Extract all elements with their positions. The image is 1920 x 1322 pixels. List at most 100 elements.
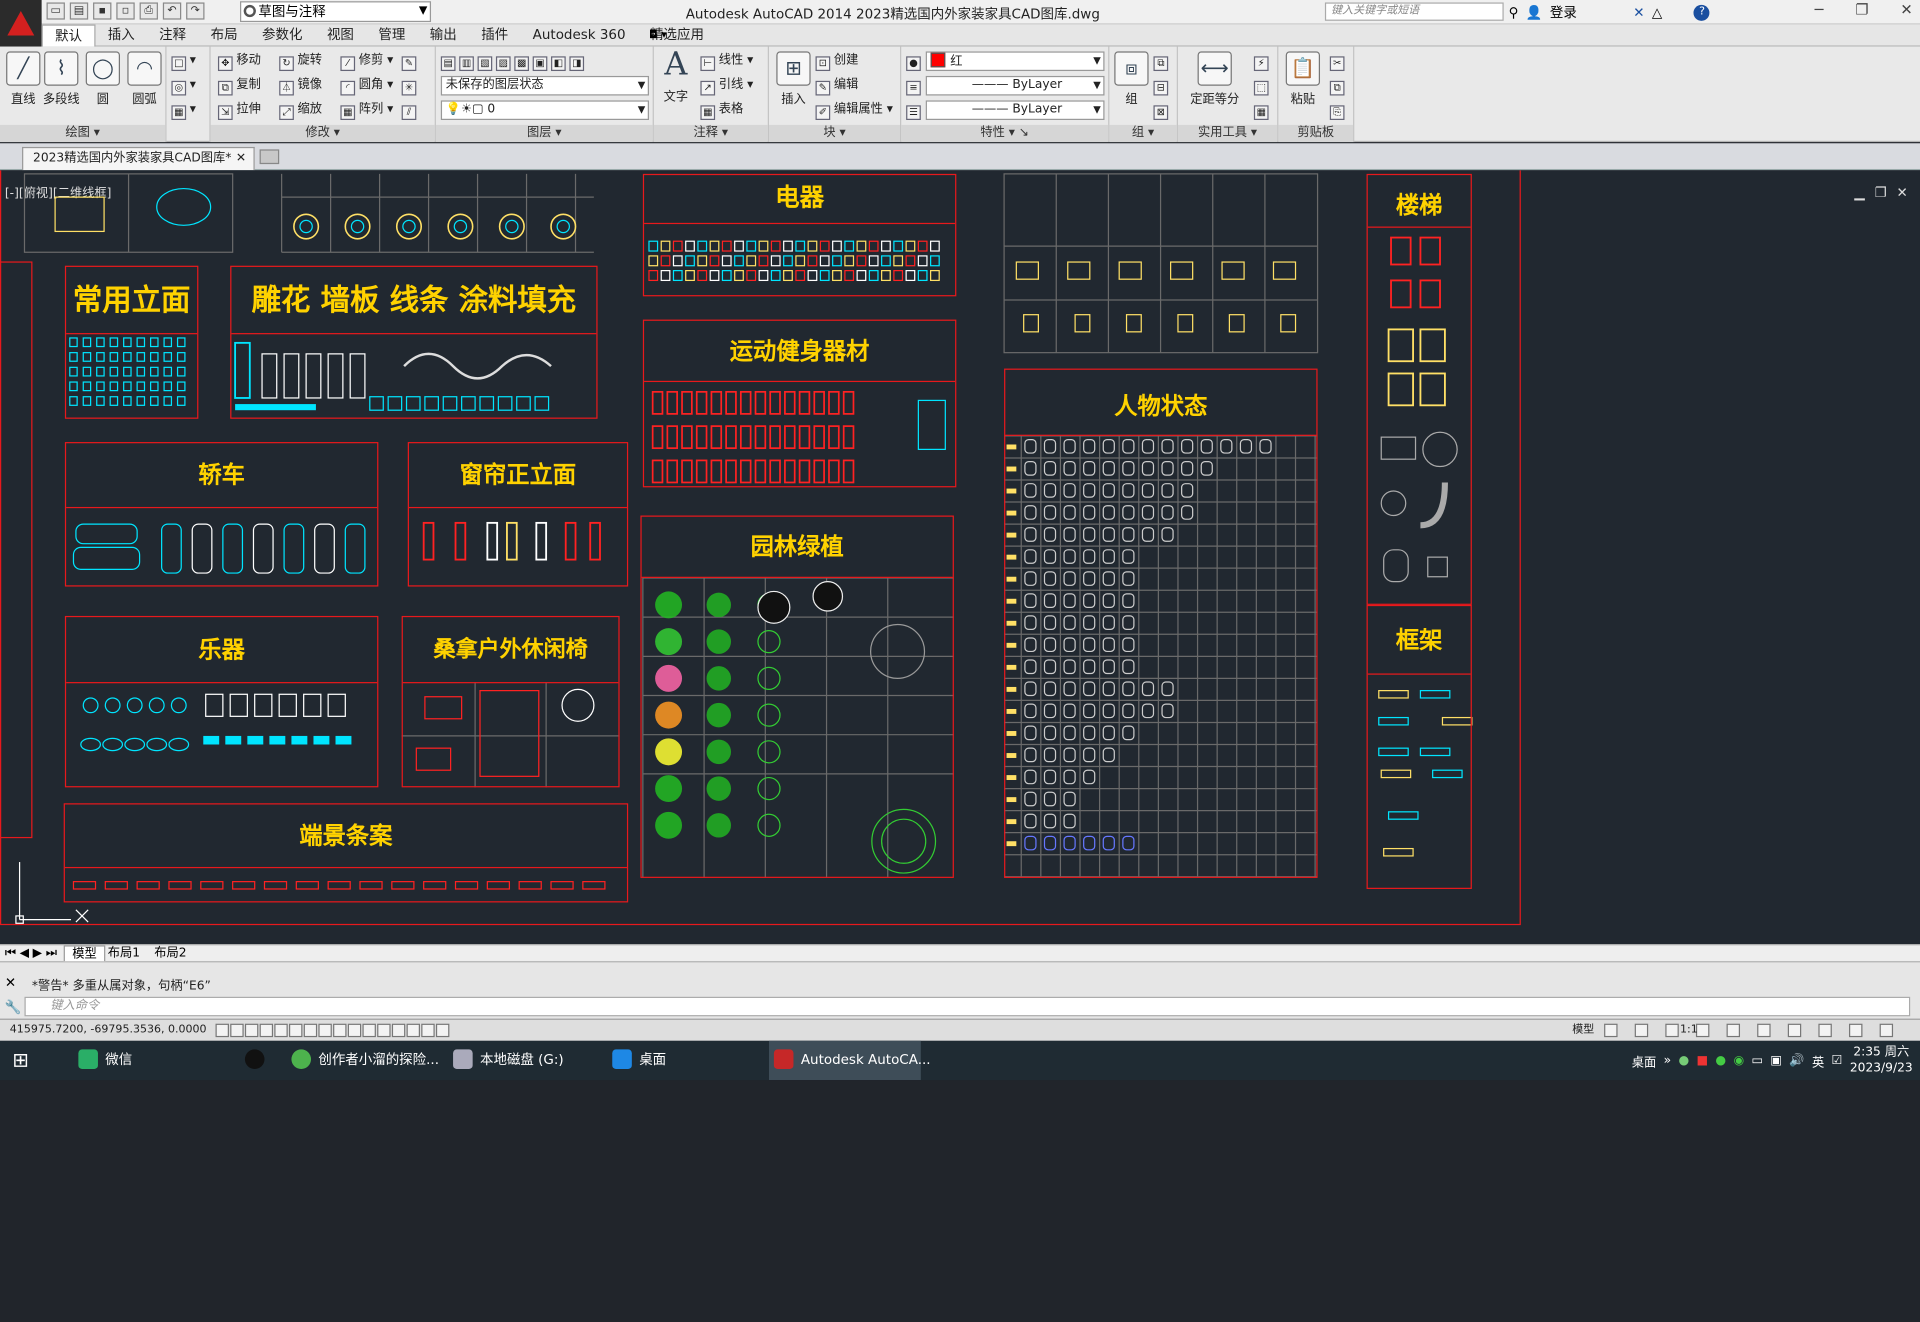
ribbon-tab[interactable]: 管理 bbox=[366, 24, 417, 46]
drafting-toggle-button[interactable] bbox=[406, 1023, 421, 1038]
restore-icon[interactable]: ❐ bbox=[1855, 1, 1868, 18]
rectangle-button[interactable]: □ ▾ bbox=[171, 51, 196, 72]
drafting-toggle-button[interactable] bbox=[244, 1023, 259, 1038]
drafting-toggle-button[interactable] bbox=[318, 1023, 332, 1038]
minimize-icon[interactable]: ─ bbox=[1815, 1, 1824, 18]
insert-button[interactable]: ⊞ 插入 bbox=[774, 51, 813, 107]
section-frame[interactable]: 框架 bbox=[1366, 604, 1472, 889]
save-icon[interactable]: ▪ bbox=[93, 2, 112, 20]
polyline-button[interactable]: ⌇ 多段线 bbox=[42, 51, 81, 107]
exchange-icon[interactable]: ✕ bbox=[1633, 4, 1644, 20]
plot-icon[interactable]: ⎙ bbox=[139, 2, 158, 20]
section-people[interactable]: 人物状态 bbox=[1004, 368, 1318, 878]
search-input[interactable]: 键入关键字或短语 bbox=[1324, 2, 1504, 21]
help-icon[interactable]: ? bbox=[1694, 4, 1710, 21]
tab-layout1[interactable]: 布局1 bbox=[108, 945, 140, 961]
scale-button[interactable]: ⤢ 缩放 bbox=[279, 100, 322, 121]
panel-annotation-title[interactable]: 注释 ▾ bbox=[653, 124, 768, 143]
save-as-icon[interactable]: ▫ bbox=[116, 2, 135, 20]
drafting-toggle-button[interactable] bbox=[274, 1023, 288, 1038]
taskbar-item-autocad[interactable]: Autodesk AutoCA... bbox=[768, 1040, 931, 1081]
panel-clipboard-title[interactable]: 剪贴板 bbox=[1278, 124, 1354, 143]
section-stairs[interactable]: 楼梯 bbox=[1366, 173, 1472, 605]
measure-button[interactable]: ⟷ 定距等分 bbox=[1188, 51, 1242, 107]
section-electric[interactable]: 电器 bbox=[642, 173, 957, 297]
rotate-button[interactable]: ↻ 旋转 bbox=[279, 51, 322, 72]
status-tool-button[interactable] bbox=[1665, 1023, 1679, 1038]
section-instruments[interactable]: 乐器 bbox=[64, 615, 379, 788]
model-space-button[interactable]: 模型 bbox=[1572, 1020, 1594, 1041]
workspace-dropdown[interactable]: 草图与注释 ▼ bbox=[240, 1, 432, 23]
taskbar-item-qq[interactable] bbox=[244, 1041, 274, 1080]
taskbar-item-wechat[interactable]: 微信 bbox=[78, 1041, 213, 1080]
arc-button[interactable]: ◠ 圆弧 bbox=[125, 51, 164, 107]
section-curtain[interactable]: 窗帘正立面 bbox=[407, 442, 629, 587]
copy-button[interactable]: ⧉ 复制 bbox=[217, 76, 261, 96]
section-sauna[interactable]: 桑拿户外休闲椅 bbox=[401, 615, 620, 788]
line-button[interactable]: ╱ 直线 bbox=[4, 51, 43, 107]
ribbon-tab[interactable]: 插件 bbox=[469, 24, 520, 46]
status-tool-button[interactable] bbox=[1879, 1023, 1894, 1038]
cut-button[interactable]: ✂ bbox=[1329, 51, 1348, 72]
panel-modify-title[interactable]: 修改 ▾ bbox=[210, 124, 435, 143]
erase-button[interactable]: ✎ bbox=[401, 51, 420, 72]
group-select-button[interactable]: ⊠ bbox=[1153, 100, 1171, 121]
ungroup-button[interactable]: ⧉ bbox=[1153, 51, 1171, 72]
drafting-toggle-button[interactable] bbox=[215, 1023, 229, 1038]
close-icon[interactable]: ✕ bbox=[1900, 1, 1912, 18]
ribbon-tab[interactable]: 视图 bbox=[315, 24, 366, 46]
layer-isolate-icon[interactable]: ▧ bbox=[477, 56, 493, 72]
move-button[interactable]: ✥ 移动 bbox=[217, 51, 261, 72]
ribbon-tab[interactable]: 注释 bbox=[147, 24, 198, 46]
linetype-dropdown[interactable]: ——— ByLayer ▼ bbox=[925, 75, 1105, 96]
command-input[interactable]: 键入命令 bbox=[24, 996, 1911, 1017]
drawing-canvas[interactable]: [-][俯视][二维线框] ▁ ❐ ✕ 常用立面 雕花 墙板 线条 涂料填充 电… bbox=[0, 170, 1920, 945]
new-tab-button[interactable] bbox=[259, 149, 280, 165]
layer-match-icon[interactable]: ▩ bbox=[514, 56, 529, 72]
ribbon-tab[interactable]: 插入 bbox=[96, 24, 147, 46]
status-tool-button[interactable] bbox=[1757, 1023, 1771, 1038]
edit-block-button[interactable]: ✎ 编辑 bbox=[815, 76, 858, 96]
open-icon[interactable]: ▤ bbox=[69, 2, 89, 20]
panel-properties-title[interactable]: 特性 ▾ ↘ bbox=[901, 124, 1109, 143]
ribbon-tab[interactable]: Autodesk 360 bbox=[520, 24, 637, 46]
display-icon[interactable]: ▭ bbox=[1752, 1054, 1764, 1067]
copy-base-button[interactable]: ⎘ bbox=[1329, 100, 1348, 121]
tab-layout2[interactable]: 布局2 bbox=[154, 945, 186, 961]
status-tool-button[interactable] bbox=[1818, 1023, 1832, 1038]
status-tool-button[interactable] bbox=[1787, 1023, 1802, 1038]
volume-icon[interactable]: 🔊 bbox=[1789, 1054, 1804, 1067]
redo-icon[interactable]: ↷ bbox=[186, 2, 205, 20]
calculator-button[interactable]: ▦ bbox=[1253, 100, 1272, 121]
close-icon[interactable]: ✕ bbox=[5, 975, 16, 991]
tray-desktop-label[interactable]: 桌面 bbox=[1632, 1051, 1656, 1069]
mirror-button[interactable]: ⏃ 镜像 bbox=[279, 76, 322, 96]
taskbar-item-desktop[interactable]: 桌面 bbox=[612, 1041, 764, 1080]
table-button[interactable]: ▦ 表格 bbox=[700, 100, 743, 121]
drafting-toggle-button[interactable] bbox=[391, 1023, 406, 1038]
explode-button[interactable]: ✳ bbox=[401, 76, 420, 96]
taskbar-item-disk[interactable]: 本地磁盘 (G:) bbox=[453, 1041, 605, 1080]
close-icon[interactable]: ✕ bbox=[236, 148, 246, 170]
layer-properties-icon[interactable]: ▤ bbox=[440, 56, 456, 72]
drafting-toggle-button[interactable] bbox=[303, 1023, 318, 1038]
linear-dim-button[interactable]: ⊢ 线性 ▾ bbox=[700, 51, 753, 72]
layer-freeze-icon[interactable]: ▨ bbox=[495, 56, 511, 72]
notification-icon[interactable]: ☑ bbox=[1832, 1054, 1843, 1067]
wrench-icon[interactable]: 🔧 bbox=[5, 999, 22, 1015]
layer-lock-icon[interactable]: ◧ bbox=[551, 56, 566, 72]
panel-utilities-title[interactable]: 实用工具 ▾ bbox=[1177, 124, 1278, 143]
wechat-tray-icon[interactable]: ◉ bbox=[1733, 1054, 1744, 1067]
binoculars-icon[interactable]: ⚲ bbox=[1509, 4, 1519, 20]
copy-clip-button[interactable]: ⧉ bbox=[1329, 76, 1348, 96]
fillet-button[interactable]: ◜ 圆角 ▾ bbox=[340, 76, 393, 96]
drafting-toggle-button[interactable] bbox=[230, 1023, 244, 1038]
drafting-toggle-button[interactable] bbox=[288, 1023, 303, 1038]
ribbon-tab[interactable]: 参数化 bbox=[250, 24, 315, 46]
boundary-button[interactable]: ▦ ▾ bbox=[171, 100, 196, 121]
status-tool-button[interactable] bbox=[1726, 1023, 1741, 1038]
group-button[interactable]: ⧈ 组 bbox=[1112, 51, 1151, 107]
drafting-toggle-button[interactable] bbox=[333, 1023, 347, 1038]
hatch-button[interactable]: ◎ ▾ bbox=[171, 76, 196, 96]
text-button[interactable]: A 文字 bbox=[656, 49, 695, 104]
